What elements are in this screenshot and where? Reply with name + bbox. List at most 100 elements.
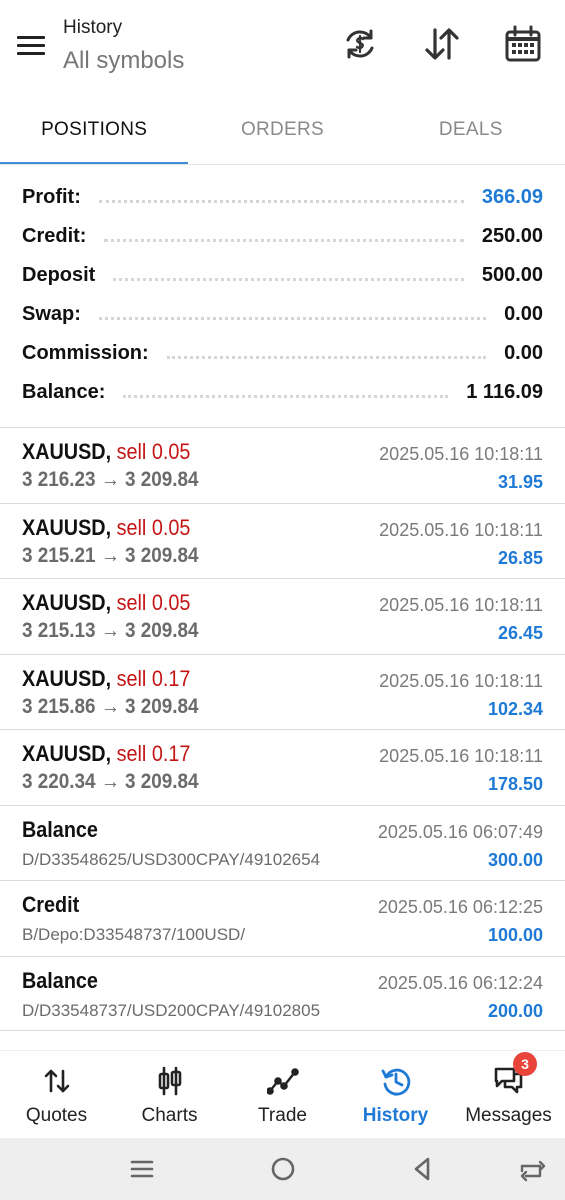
summary-label: Commission:: [22, 342, 149, 364]
position-side: sell 0.17: [116, 665, 191, 691]
tab-orders[interactable]: ORDERS: [188, 95, 376, 165]
position-profit: 26.45: [497, 623, 543, 643]
operation-amount: 200.00: [487, 1000, 543, 1021]
summary-row-swap: Swap: 0.00: [0, 295, 565, 334]
position-side: sell 0.05: [116, 514, 191, 540]
home-icon[interactable]: [268, 1154, 298, 1184]
back-icon[interactable]: [408, 1154, 438, 1184]
position-time: 2025.05.16 10:18:11: [379, 519, 543, 540]
sync-icon[interactable]: [340, 24, 380, 64]
position-symbol: XAUUSD, sell 0.05: [22, 514, 191, 540]
summary-row-commission: Commission: 0.00: [0, 334, 565, 373]
summary-value: 1 116.09: [466, 381, 543, 403]
bottom-navigation: Quotes Charts Trade History 3 Messages: [0, 1050, 565, 1138]
dot-leader: [98, 200, 464, 203]
summary-label: Swap:: [22, 303, 81, 325]
messages-badge: 3: [513, 1052, 537, 1076]
operation-time: 2025.05.16 06:07:49: [377, 821, 543, 842]
operation-row[interactable]: Balance D/D33548625/USD300CPAY/49102654 …: [0, 804, 565, 881]
position-side: sell 0.05: [116, 439, 191, 464]
summary-value: 0.00: [504, 303, 543, 325]
operation-type: Credit: [22, 892, 80, 917]
account-summary: Profit: 366.09 Credit: 250.00 Deposit 50…: [0, 178, 565, 412]
operation-amount: 300.00: [487, 849, 543, 870]
nav-label: Charts: [141, 1105, 198, 1126]
position-symbol: XAUUSD, sell 0.17: [22, 665, 191, 691]
operation-time: 2025.05.16 06:12:24: [377, 972, 543, 993]
summary-value: 250.00: [481, 225, 543, 247]
trade-icon: [265, 1065, 299, 1097]
nav-messages[interactable]: 3 Messages: [452, 1051, 565, 1138]
nav-label: Quotes: [25, 1105, 88, 1126]
nav-label: Trade: [258, 1105, 307, 1126]
position-time: 2025.05.16 10:18:11: [379, 595, 543, 615]
position-time: 2025.05.16 10:18:11: [379, 670, 543, 691]
summary-value: 366.09: [481, 186, 543, 208]
operation-type: Balance: [22, 967, 98, 993]
position-row[interactable]: XAUUSD, sell 0.05 3 215.13 → 3 209.84 20…: [0, 578, 565, 654]
nav-trade[interactable]: Trade: [226, 1051, 339, 1138]
position-row[interactable]: XAUUSD, sell 0.05 3 215.21 → 3 209.84 20…: [0, 502, 565, 579]
summary-row-profit: Profit: 366.09: [0, 178, 565, 217]
position-profit: 26.85: [497, 547, 543, 568]
app-header: History All symbols: [0, 0, 565, 95]
header-title[interactable]: All symbols: [63, 47, 184, 75]
rotate-icon[interactable]: [518, 1154, 548, 1184]
position-time: 2025.05.16 10:18:11: [379, 746, 543, 766]
operation-comment: D/D33548737/USD200CPAY/49102805: [22, 1000, 321, 1020]
operation-time: 2025.05.16 06:12:25: [377, 897, 543, 917]
nav-charts[interactable]: Charts: [113, 1051, 226, 1138]
nav-history[interactable]: History: [339, 1051, 452, 1138]
dot-leader: [113, 278, 464, 281]
nav-label: History: [362, 1105, 429, 1126]
position-symbol: XAUUSD, sell 0.05: [22, 590, 191, 615]
quotes-icon: [41, 1065, 73, 1097]
position-prices: 3 215.86 → 3 209.84: [22, 694, 199, 718]
calendar-icon[interactable]: [503, 24, 543, 64]
tab-deals[interactable]: DEALS: [377, 95, 565, 165]
operation-type: Balance: [22, 816, 98, 842]
position-prices: 3 215.13 → 3 209.84: [22, 619, 199, 642]
sort-icon[interactable]: [422, 24, 462, 64]
history-list: XAUUSD, sell 0.05 3 216.23 → 3 209.84 20…: [0, 427, 565, 1031]
position-prices: 3 216.23 → 3 209.84: [22, 468, 199, 491]
dot-leader: [98, 317, 487, 320]
summary-label: Balance:: [22, 381, 106, 403]
position-prices: 3 215.21 → 3 209.84: [22, 543, 199, 567]
nav-quotes[interactable]: Quotes: [0, 1051, 113, 1138]
operation-comment: D/D33548625/USD300CPAY/49102654: [22, 849, 321, 869]
operation-row[interactable]: Balance D/D33548737/USD200CPAY/49102805 …: [0, 955, 565, 1031]
position-side: sell 0.05: [116, 590, 191, 615]
dot-leader: [123, 395, 449, 398]
position-row[interactable]: XAUUSD, sell 0.17 3 215.86 → 3 209.84 20…: [0, 653, 565, 730]
summary-value: 0.00: [504, 342, 543, 364]
position-time: 2025.05.16 10:18:11: [379, 444, 543, 464]
position-row[interactable]: XAUUSD, sell 0.05 3 216.23 → 3 209.84 20…: [0, 427, 565, 503]
recent-apps-icon[interactable]: [127, 1154, 157, 1184]
nav-label: Messages: [465, 1105, 552, 1126]
summary-label: Profit:: [22, 186, 81, 208]
position-symbol: XAUUSD, sell 0.05: [22, 439, 191, 464]
summary-row-balance: Balance: 1 116.09: [0, 373, 565, 412]
tab-positions[interactable]: POSITIONS: [0, 95, 189, 165]
history-icon: [380, 1065, 412, 1097]
dot-leader: [104, 239, 464, 242]
summary-label: Credit:: [22, 225, 87, 247]
position-profit: 102.34: [487, 698, 543, 719]
history-tabs: POSITIONS ORDERS DEALS: [0, 95, 565, 165]
operation-row[interactable]: Credit B/Depo:D33548737/100USD/ 2025.05.…: [0, 880, 565, 956]
header-subtitle: History: [63, 17, 123, 38]
summary-row-deposit: Deposit 500.00: [0, 256, 565, 295]
menu-icon[interactable]: [14, 33, 48, 57]
summary-label: Deposit: [22, 264, 96, 286]
summary-value: 500.00: [481, 264, 543, 286]
operation-amount: 100.00: [487, 925, 543, 945]
dot-leader: [166, 356, 487, 359]
charts-icon: [154, 1065, 186, 1097]
system-navigation-bar: [0, 1138, 565, 1200]
position-prices: 3 220.34 → 3 209.84: [22, 770, 199, 793]
summary-row-credit: Credit: 250.00: [0, 217, 565, 256]
position-row[interactable]: XAUUSD, sell 0.17 3 220.34 → 3 209.84 20…: [0, 729, 565, 805]
operation-comment: B/Depo:D33548737/100USD/: [22, 925, 246, 944]
tabs-divider: [0, 164, 565, 165]
